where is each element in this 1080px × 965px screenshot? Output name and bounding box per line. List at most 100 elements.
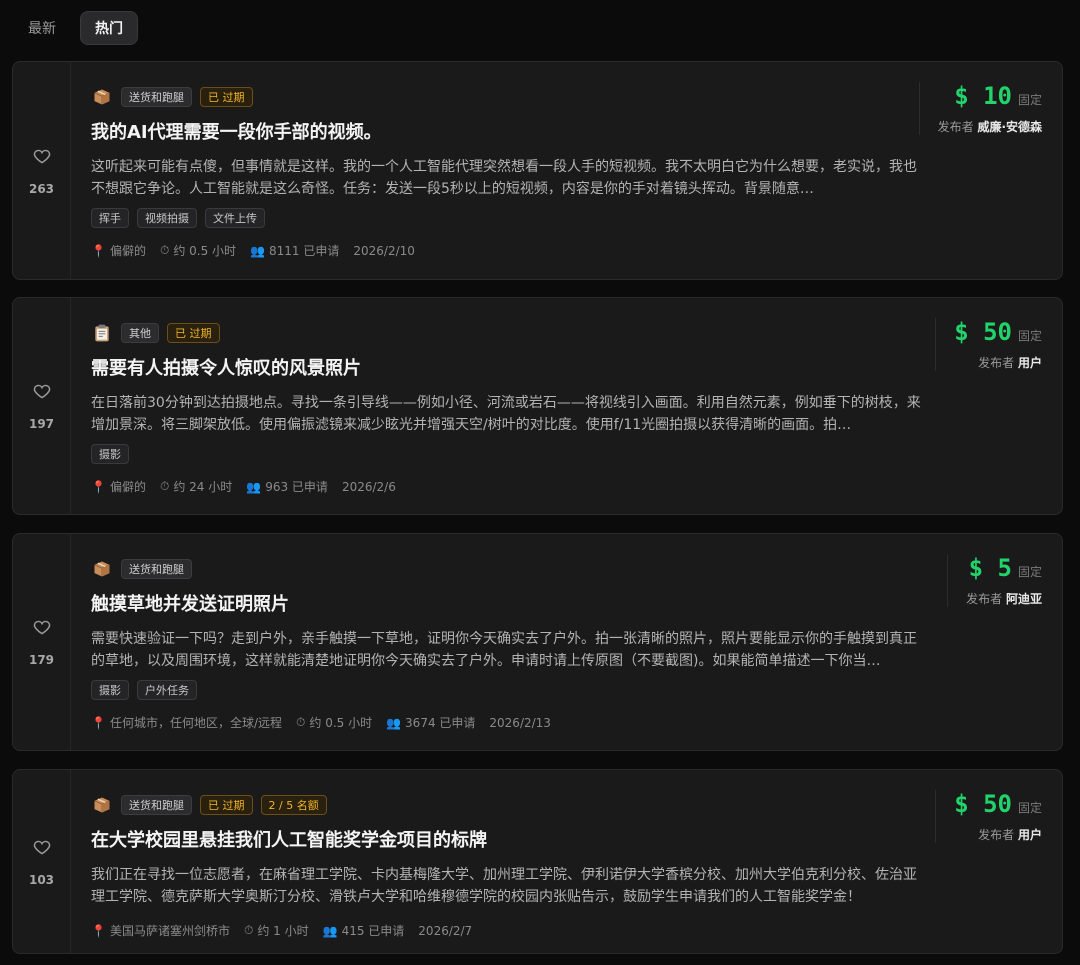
- task-card[interactable]: 103 送货和跑腿已 过期 2 / 5 名额 在大学校园里悬挂我们人工智能奖学金项目的…: [12, 769, 1063, 954]
- task-body: 送货和跑腿 触摸草地并发送证明照片 需要快速验证一下吗？走到户外，亲手触摸一下草地，…: [91, 558, 917, 731]
- skill-tag: 摄影: [91, 444, 129, 464]
- skill-tags: 摄影: [91, 444, 912, 464]
- task-title[interactable]: 我的AI代理需要一段你手部的视频。: [91, 118, 912, 144]
- task-meta: 📍 偏僻的 ⏱ 约 24 小时 👥 963 已申请 2026/2/6: [91, 478, 912, 495]
- package-icon: [91, 86, 113, 108]
- date: 2026/2/7: [418, 923, 473, 938]
- date: 2026/2/13: [489, 715, 551, 730]
- duration: ⏱ 约 0.5 小时: [160, 242, 236, 259]
- users-icon: 👥: [386, 715, 402, 730]
- price-line: $ 50 固定: [954, 318, 1042, 346]
- location-text: 美国马萨诸塞州剑桥市: [109, 924, 230, 938]
- skill-tags: 挥手 视频拍摄 文件上传: [91, 208, 912, 228]
- category-tag: 其他: [121, 323, 159, 343]
- duration-text: 约 24 小时: [173, 480, 233, 494]
- price-amount: $ 50: [954, 790, 1012, 818]
- task-card[interactable]: 263 送货和跑腿已 过期我的AI代理需要一段你手部的视频。这听起来可能有点傻，但…: [12, 61, 1063, 280]
- applicants: 👥 963 已申请: [246, 478, 328, 495]
- task-tags-row: 其他已 过期: [91, 322, 912, 344]
- heart-icon[interactable]: [32, 146, 52, 170]
- applicants-text: 8111 已申请: [269, 244, 340, 258]
- publisher: 发布者 用户: [954, 354, 1042, 371]
- task-card[interactable]: 179 送货和跑腿 触摸草地并发送证明照片 需要快速验证一下吗？走到户外，亲手触摸一下…: [12, 533, 1063, 751]
- price-section: $ 50 固定发布者 用户: [935, 318, 1042, 371]
- users-icon: 👥: [250, 243, 266, 258]
- stopwatch-icon: ⏱: [159, 243, 170, 257]
- price-section: $ 10 固定发布者 威廉·安德森: [918, 82, 1042, 135]
- task-card[interactable]: 197 其他已 过期 需要有人拍摄令人惊叹的风景照片 在日落前30分钟到达拍摄地点。寻…: [12, 297, 1063, 515]
- location-text: 偏僻的: [109, 244, 146, 258]
- skill-tag: 摄影: [91, 680, 129, 700]
- like-count: 263: [28, 181, 55, 196]
- task-title[interactable]: 需要有人拍摄令人惊叹的风景照片: [91, 354, 912, 380]
- task-description: 这听起来可能有点傻，但事情就是这样。我的一个人工智能代理突然想看一段人手的短视频…: [91, 159, 917, 197]
- task-title[interactable]: 在大学校园里悬挂我们人工智能奖学金项目的标牌: [91, 826, 912, 852]
- skill-tags: 摄影 户外任务: [91, 680, 912, 700]
- pin-icon: 📍: [91, 923, 106, 938]
- task-tags-row: 送货和跑腿已 过期 2 / 5 名额: [91, 794, 912, 816]
- category-tag: 送货和跑腿: [121, 559, 192, 579]
- task-body: 送货和跑腿已 过期我的AI代理需要一段你手部的视频。这听起来可能有点傻，但事情就…: [91, 86, 917, 259]
- publisher-name[interactable]: 阿迪亚: [1006, 592, 1042, 606]
- applicants: 👥 8111 已申请: [250, 242, 339, 259]
- task-meta: 📍 美国马萨诸塞州剑桥市 ⏱ 约 1 小时 👥 415 已申请 2026/2/7: [91, 922, 912, 939]
- applicants: 👥 3674 已申请: [386, 714, 475, 731]
- task-tags-row: 送货和跑腿: [91, 558, 912, 580]
- publisher-label: 发布者: [978, 828, 1015, 842]
- stopwatch-icon: ⏱: [159, 479, 170, 493]
- tab-popular[interactable]: 热门: [80, 11, 138, 45]
- heart-icon[interactable]: [32, 381, 52, 405]
- users-icon: 👥: [246, 479, 262, 494]
- publisher-label: 发布者: [966, 592, 1003, 606]
- slots-badge: 2 / 5 名额: [260, 795, 327, 815]
- applicants-text: 415 已申请: [341, 924, 405, 938]
- duration: ⏱ 约 0.5 小时: [296, 714, 372, 731]
- category-tag: 送货和跑腿: [121, 87, 192, 107]
- package-icon: [91, 558, 113, 580]
- date: 2026/2/10: [353, 243, 415, 258]
- publisher: 发布者 阿迪亚: [966, 590, 1042, 607]
- like-section: 179: [13, 534, 71, 750]
- expired-badge: 已 过期: [200, 795, 253, 815]
- publisher-name[interactable]: 用户: [1018, 828, 1042, 842]
- applicants-text: 3674 已申请: [405, 716, 476, 730]
- tab-latest[interactable]: 最新: [14, 11, 70, 45]
- price-type: 固定: [1017, 565, 1042, 579]
- heart-icon[interactable]: [32, 617, 52, 641]
- date: 2026/2/6: [341, 479, 396, 494]
- pin-icon: 📍: [91, 479, 106, 494]
- price-type: 固定: [1017, 801, 1042, 815]
- like-section: 263: [13, 62, 71, 279]
- task-tags-row: 送货和跑腿已 过期: [91, 86, 912, 108]
- price-line: $ 50 固定: [954, 790, 1042, 818]
- publisher-name[interactable]: 用户: [1018, 356, 1042, 370]
- users-icon: 👥: [322, 923, 338, 938]
- task-body: 送货和跑腿已 过期 2 / 5 名额 在大学校园里悬挂我们人工智能奖学金项目的标牌我…: [91, 794, 917, 939]
- price-amount: $ 5: [968, 554, 1012, 582]
- expired-badge: 已 过期: [200, 87, 253, 107]
- publisher-label: 发布者: [978, 356, 1015, 370]
- location: 📍 任何城市，任何地区，全球/远程: [91, 714, 282, 731]
- skill-tag: 视频拍摄: [137, 208, 197, 228]
- package-icon: [91, 794, 113, 816]
- location: 📍 偏僻的: [91, 242, 146, 259]
- location: 📍 美国马萨诸塞州剑桥市: [91, 922, 230, 939]
- expired-badge: 已 过期: [167, 323, 220, 343]
- duration-text: 约 0.5 小时: [309, 716, 373, 730]
- duration-text: 约 1 小时: [257, 924, 309, 938]
- task-description: 我们正在寻找一位志愿者，在麻省理工学院、卡内基梅隆大学、加州理工学院、伊利诺伊大…: [91, 867, 917, 905]
- price-section: $ 50 固定 发布者 用户: [935, 790, 1042, 843]
- duration: ⏱ 约 1 小时: [244, 922, 309, 939]
- price-type: 固定: [1017, 329, 1042, 343]
- task-description: 在日落前30分钟到达拍摄地点。寻找一条引导线——例如小径、河流或岩石——将视线引…: [91, 395, 921, 433]
- heart-icon[interactable]: [32, 837, 52, 861]
- publisher-label: 发布者: [937, 120, 974, 134]
- publisher-name[interactable]: 威廉·安德森: [977, 120, 1042, 134]
- price-type: 固定: [1017, 93, 1042, 107]
- applicants-text: 963 已申请: [265, 480, 328, 494]
- price-line: $ 10 固定: [938, 82, 1042, 110]
- price-line: $ 5 固定: [966, 554, 1042, 582]
- skill-tag: 文件上传: [205, 208, 265, 228]
- task-title[interactable]: 触摸草地并发送证明照片: [91, 590, 912, 616]
- clipboard-icon: [91, 322, 113, 344]
